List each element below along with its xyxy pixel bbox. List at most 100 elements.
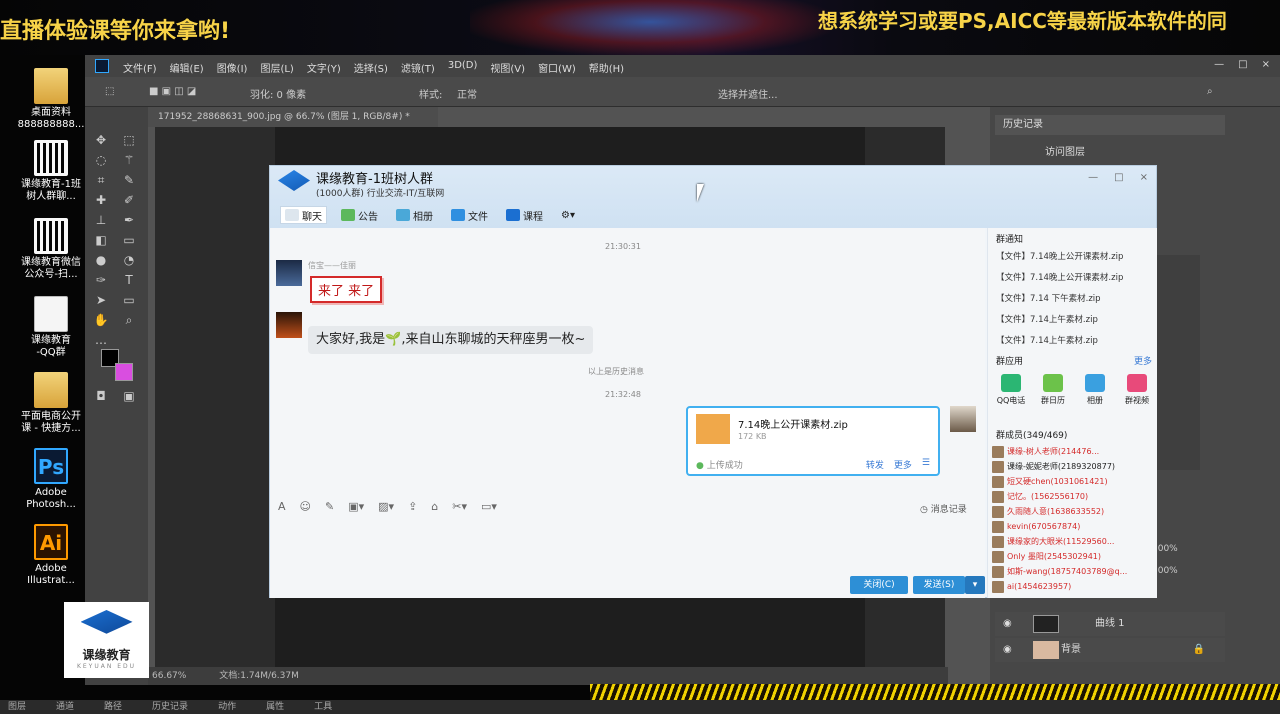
menu-image[interactable]: 图像(I) (217, 60, 248, 75)
zoom-icon[interactable]: ⌕ (121, 313, 137, 327)
taskbar-item[interactable]: 图层 (8, 700, 26, 714)
maximize-icon[interactable]: □ (1114, 172, 1123, 183)
group-avatar[interactable] (278, 170, 310, 191)
message-history-button[interactable]: ◷ 消息记录 (920, 502, 967, 515)
menu-icon[interactable]: ☰ (922, 458, 930, 471)
emoji-icon[interactable]: ☺ (300, 500, 311, 513)
history-brush-icon[interactable]: ✒ (121, 213, 137, 227)
stamp-icon[interactable]: ⊥ (93, 213, 109, 227)
my-avatar[interactable] (950, 406, 976, 432)
sticker-message[interactable]: 来了 来了 (310, 276, 383, 303)
layer-row-background[interactable]: ◉ 背景 🔒 (995, 638, 1225, 662)
font-icon[interactable]: A (278, 500, 286, 513)
history-item[interactable]: 访问图层 (1045, 143, 1085, 158)
close-icon[interactable]: × (1262, 59, 1270, 70)
sender-avatar[interactable] (276, 312, 302, 338)
screenshot-icon[interactable]: ▣▾ (348, 500, 364, 513)
eyedropper-icon[interactable]: ✎ (121, 173, 137, 187)
minimize-icon[interactable]: — (1214, 59, 1224, 70)
screen-mode-icon[interactable]: ▣ (121, 389, 137, 403)
close-chat-button[interactable]: 关闭(C) (850, 576, 908, 594)
app-calendar[interactable]: 群日历 (1036, 374, 1070, 406)
feather-field[interactable]: 羽化: 0 像素 (250, 86, 306, 101)
taskbar-item[interactable]: 路径 (104, 700, 122, 714)
brush-icon[interactable]: ✐ (121, 193, 137, 207)
member-row[interactable]: 如斯-wang(18757403789@q... (992, 564, 1127, 579)
close-icon[interactable]: × (1140, 172, 1148, 183)
eye-icon[interactable]: ◉ (1003, 612, 1012, 636)
menu-edit[interactable]: 编辑(E) (170, 60, 204, 75)
menu-file[interactable]: 文件(F) (123, 60, 157, 75)
desktop-icon-doc-qq[interactable]: 课缘教育 -QQ群 (12, 296, 90, 359)
image-icon[interactable]: ▨▾ (378, 500, 394, 513)
member-row[interactable]: 记忆。(1562556170) (992, 489, 1088, 504)
menu-3d[interactable]: 3D(D) (448, 60, 478, 75)
member-row[interactable]: 短又硬chen(1031061421) (992, 474, 1108, 489)
minimize-icon[interactable]: — (1088, 172, 1098, 183)
marquee-icon[interactable]: ⬚ (121, 133, 137, 147)
gradient-icon[interactable]: ▭ (121, 233, 137, 247)
notice-item[interactable]: 【文件】7.14 下午素材.zip (996, 292, 1101, 304)
taskbar-item[interactable]: 历史记录 (152, 700, 188, 714)
magic-wand-icon[interactable]: ⚚ (121, 153, 137, 167)
taskbar-item[interactable]: 通道 (56, 700, 74, 714)
taskbar-item[interactable]: 工具 (314, 700, 332, 714)
menu-layer[interactable]: 图层(L) (260, 60, 293, 75)
tab-files[interactable]: 文件 (447, 206, 492, 224)
more-link[interactable]: 更多 (894, 458, 912, 471)
lasso-icon[interactable]: ◌ (93, 153, 109, 167)
taskbar-item[interactable]: 动作 (218, 700, 236, 714)
shape-icon[interactable]: ▭ (121, 293, 137, 307)
blur-icon[interactable]: ● (93, 253, 109, 267)
search-icon[interactable]: ⌕ (1207, 86, 1213, 97)
gift-icon[interactable]: ⌂ (431, 500, 438, 513)
dodge-icon[interactable]: ◔ (121, 253, 137, 267)
send-button[interactable]: 发送(S) (913, 576, 965, 594)
menu-select[interactable]: 选择(S) (354, 60, 388, 75)
send-options-button[interactable]: ▾ (965, 576, 985, 594)
desktop-icon-illustrator[interactable]: Ai Adobe Illustrat... (12, 524, 90, 587)
member-row[interactable]: 课缘-树人老师(214476... (992, 444, 1099, 459)
ps-document-tab[interactable]: 171952_28868631_900.jpg @ 66.7% (图层 1, R… (148, 107, 438, 127)
desktop-icon-shortcut[interactable]: 平面电商公开 课 - 快捷方... (12, 372, 90, 435)
upload-icon[interactable]: ⇪ (408, 500, 417, 513)
text-message[interactable]: 大家好,我是🌱,来自山东聊城的天秤座男一枚~ (308, 326, 594, 354)
member-row[interactable]: Only 墨阳(2545302941) (992, 549, 1101, 564)
style-select[interactable]: 正常 (457, 86, 477, 101)
layer-row-curves[interactable]: ◉ 曲线 1 (995, 612, 1225, 636)
notice-item[interactable]: 【文件】7.14上午素材.zip (996, 334, 1098, 346)
notice-item[interactable]: 【文件】7.14上午素材.zip (996, 313, 1098, 325)
sender-avatar[interactable] (276, 260, 302, 286)
select-and-mask-button[interactable]: 选择并遮住... (718, 86, 778, 101)
member-row[interactable]: 课缘-妮妮老师(2189320877) (992, 459, 1115, 474)
more-tools-icon[interactable]: … (93, 333, 109, 347)
settings-button[interactable]: ⚙▾ (557, 206, 579, 224)
menu-filter[interactable]: 滤镜(T) (401, 60, 435, 75)
zoom-level[interactable]: 66.67% (152, 671, 186, 681)
member-row[interactable]: 久雨随人意(1638633552) (992, 504, 1104, 519)
menu-type[interactable]: 文字(Y) (307, 60, 341, 75)
member-row[interactable]: 课缘家的大眼米(11529560... (992, 534, 1114, 549)
forward-link[interactable]: 转发 (866, 458, 884, 471)
menu-window[interactable]: 窗口(W) (538, 60, 576, 75)
hand-icon[interactable]: ✋ (93, 313, 109, 327)
taskbar-item[interactable]: 属性 (266, 700, 284, 714)
desktop-icon-photoshop[interactable]: Ps Adobe Photosh... (12, 448, 90, 511)
history-panel-tab[interactable]: 历史记录 (995, 115, 1225, 135)
tab-notice[interactable]: 公告 (337, 206, 382, 224)
member-row[interactable]: kevin(670567874) (992, 519, 1080, 534)
path-select-icon[interactable]: ➤ (93, 293, 109, 307)
menu-help[interactable]: 帮助(H) (589, 60, 624, 75)
selection-mode-icons[interactable]: ■ ▣ ◫ ◪ (149, 86, 196, 97)
pen-icon[interactable]: ✑ (93, 273, 109, 287)
tab-album[interactable]: 相册 (392, 206, 437, 224)
notice-item[interactable]: 【文件】7.14晚上公开课素材.zip (996, 271, 1123, 283)
more-icon[interactable]: ▭▾ (481, 500, 497, 513)
crop-icon[interactable]: ⌗ (93, 173, 109, 187)
scissors-icon[interactable]: ✂▾ (452, 500, 467, 513)
notice-item[interactable]: 【文件】7.14晚上公开课素材.zip (996, 250, 1123, 262)
pen-icon[interactable]: ✎ (325, 500, 334, 513)
tab-course[interactable]: 课程 (502, 206, 547, 224)
desktop-icon-qr-group[interactable]: 课缘教育-1班 树人群聊... (12, 140, 90, 203)
eraser-icon[interactable]: ◧ (93, 233, 109, 247)
